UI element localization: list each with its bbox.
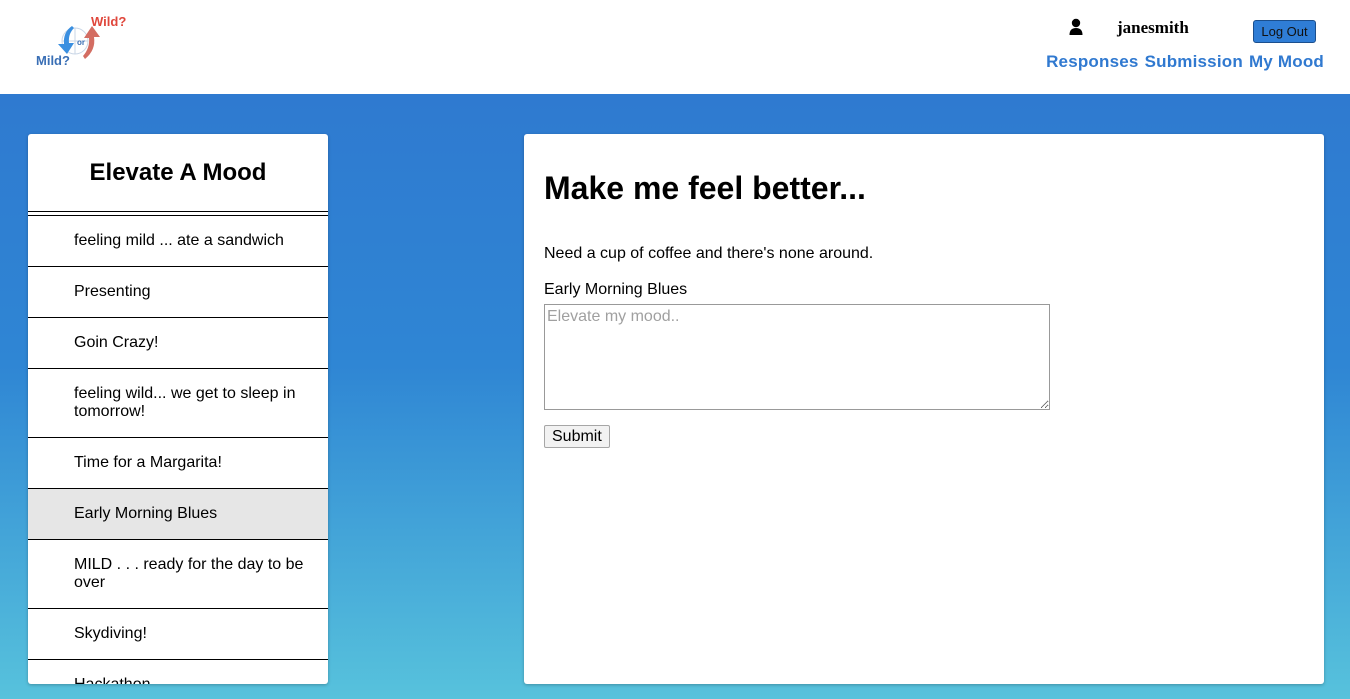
main-area: Elevate A Mood feeling mild ... ate a sa… (0, 94, 1350, 699)
mood-list-item[interactable]: feeling mild ... ate a sandwich (28, 216, 328, 267)
mood-list-item[interactable]: Time for a Margarita! (28, 438, 328, 489)
user-icon (1068, 18, 1084, 36)
mood-sidebar: Elevate A Mood feeling mild ... ate a sa… (28, 134, 328, 684)
mood-list-item[interactable]: Hackathon (28, 660, 328, 684)
logo-or-text: or (77, 38, 85, 47)
mood-list-item[interactable]: feeling wild... we get to sleep in tomor… (28, 369, 328, 438)
submit-button[interactable]: Submit (544, 425, 610, 448)
mood-list: feeling mild ... ate a sandwich Presenti… (28, 215, 328, 684)
mood-description: Need a cup of coffee and there's none ar… (544, 245, 874, 262)
username: janesmith (1117, 18, 1189, 37)
main-nav: Responses Submission My Mood (1046, 52, 1324, 72)
logout-button[interactable]: Log Out (1253, 20, 1316, 43)
mood-list-item[interactable]: Skydiving! (28, 609, 328, 660)
mood-list-item-selected[interactable]: Early Morning Blues (28, 489, 328, 540)
mood-title-label: Early Morning Blues (544, 281, 688, 298)
nav-link-responses[interactable]: Responses (1046, 52, 1139, 72)
panel-title: Make me feel better... (544, 170, 866, 206)
wild-or-mild-logo[interactable]: Wild? or Mild? (30, 12, 140, 74)
top-bar: Wild? or Mild? janesmith Log Out Respons… (0, 0, 1350, 94)
elevate-response-input[interactable] (544, 304, 1050, 410)
logo-wild-text: Wild? (91, 14, 127, 29)
mood-list-item[interactable]: MILD . . . ready for the day to be over (28, 540, 328, 609)
logo-mild-text: Mild? (36, 53, 70, 68)
mood-list-item[interactable]: Goin Crazy! (28, 318, 328, 369)
sidebar-title: Elevate A Mood (28, 134, 328, 212)
elevate-panel: Make me feel better... Need a cup of cof… (524, 134, 1324, 684)
nav-link-my-mood[interactable]: My Mood (1249, 52, 1324, 72)
nav-link-submission[interactable]: Submission (1145, 52, 1243, 72)
mood-list-item[interactable]: Presenting (28, 267, 328, 318)
